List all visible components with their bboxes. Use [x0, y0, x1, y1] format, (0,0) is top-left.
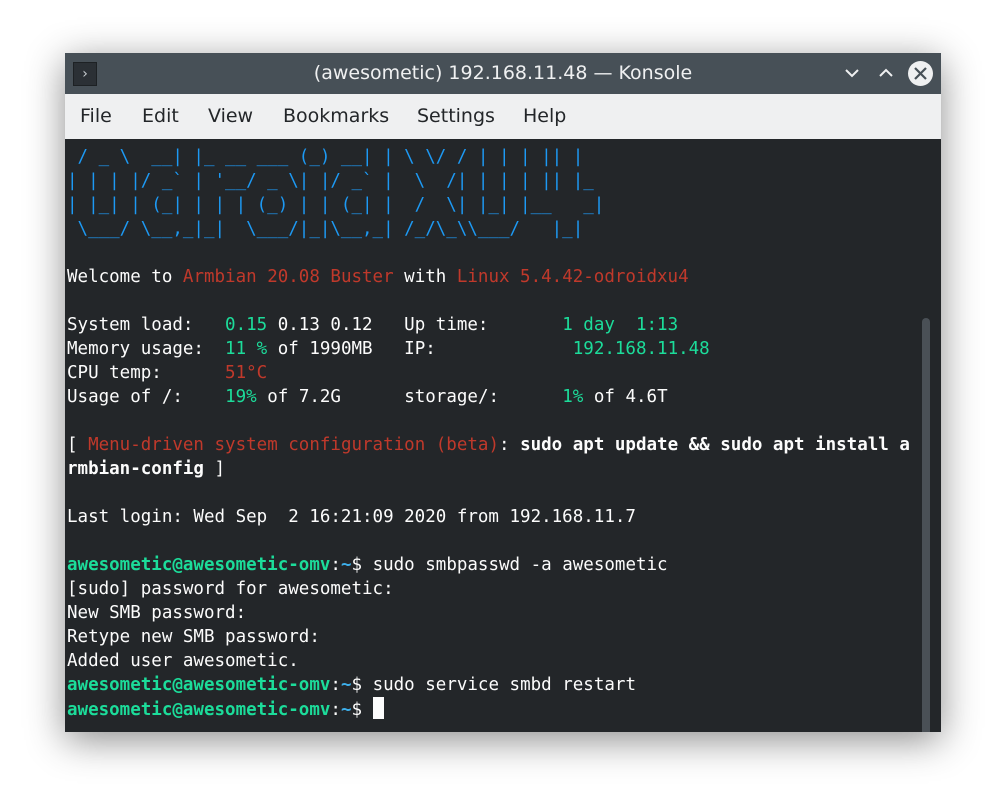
- vertical-scrollbar[interactable]: [922, 318, 930, 732]
- ip-value: 192.168.11.48: [572, 339, 710, 359]
- prompt-dollar: $: [351, 675, 373, 695]
- maximize-icon: [879, 68, 893, 77]
- command-line: awesometic@awesometic-omv:~$ sudo servic…: [67, 673, 910, 697]
- config-bracket-close: ]: [203, 459, 226, 479]
- menu-file[interactable]: File: [80, 94, 112, 139]
- konsole-window: › (awesometic) 192.168.11.48 — Konsole F…: [65, 53, 941, 732]
- prompt-separator: :: [330, 675, 341, 695]
- memory-label: Memory usage:: [67, 339, 204, 359]
- welcome-line: Welcome to Armbian 20.08 Buster with Lin…: [67, 265, 910, 289]
- config-hint-text: Menu-driven system configuration (beta): [88, 435, 499, 455]
- storage-total: of 4.6T: [583, 387, 668, 407]
- last-login-line: Last login: Wed Sep 2 16:21:09 2020 from…: [67, 507, 636, 527]
- cpu-temp-value: 51°C: [225, 363, 268, 383]
- minimize-button[interactable]: [840, 61, 864, 85]
- minimize-icon: [845, 69, 859, 78]
- prompt-path: ~: [340, 555, 352, 575]
- prompt-user-host: awesometic@awesometic-omv: [67, 700, 331, 720]
- terminal-view[interactable]: / _ \ __| |_ __ ___ (_) __| | \ \/ / | |…: [65, 139, 941, 732]
- prompt-separator: :: [330, 555, 341, 575]
- active-prompt-line[interactable]: awesometic@awesometic-omv:~$: [67, 697, 910, 721]
- prompt-user-host: awesometic@awesometic-omv: [67, 555, 331, 575]
- menu-view[interactable]: View: [208, 94, 253, 139]
- prompt-path: ~: [340, 700, 352, 720]
- ascii-art-line: | | | |/ _` | '__/ _ \| |/ _` | \ /| | |…: [67, 171, 594, 191]
- ascii-art-line: | |_| | (_| | | | (_) | | (_| | / \| |_|…: [67, 195, 605, 215]
- ascii-art-line: \___/ \__,_|_| \___/|_|\__,_| /_/\_\\___…: [67, 219, 584, 239]
- config-bracket-open: [: [67, 435, 89, 455]
- menu-bookmarks[interactable]: Bookmarks: [283, 94, 389, 139]
- welcome-prefix: Welcome to: [67, 267, 183, 287]
- prompt-user-host: awesometic@awesometic-omv: [67, 675, 331, 695]
- ascii-art-line: / _ \ __| |_ __ ___ (_) __| | \ \/ / | |…: [67, 147, 584, 167]
- uptime-label: Up time:: [404, 315, 489, 335]
- config-hint-line: [ Menu-driven system configuration (beta…: [67, 433, 910, 457]
- text-cursor: [372, 697, 384, 719]
- config-hint-line-2: rmbian-config ]: [67, 457, 910, 481]
- command-line: awesometic@awesometic-omv:~$ sudo smbpas…: [67, 553, 910, 577]
- system-load-label: System load:: [67, 315, 194, 335]
- stats-line-memory: Memory usage: 11 % of 1990MB IP: 192.168…: [67, 337, 910, 361]
- config-command: sudo apt update && sudo apt install a: [520, 435, 910, 455]
- close-icon: [914, 67, 927, 80]
- menu-bar: File Edit View Bookmarks Settings Help: [65, 94, 941, 139]
- welcome-middle: with: [393, 267, 457, 287]
- output-line: [sudo] password for awesometic:: [67, 579, 394, 599]
- prompt-path: ~: [340, 675, 352, 695]
- stats-line-cpu: CPU temp: 51°C: [67, 361, 910, 385]
- system-load-rest: 0.13 0.12: [267, 315, 373, 335]
- prompt-dollar: $: [351, 700, 373, 720]
- kernel-version: Linux 5.4.42-odroidxu4: [456, 267, 689, 287]
- usage-label: Usage of /:: [67, 387, 183, 407]
- menu-settings[interactable]: Settings: [417, 94, 495, 139]
- menu-edit[interactable]: Edit: [142, 94, 179, 139]
- menu-help[interactable]: Help: [523, 94, 566, 139]
- terminal-output: / _ \ __| |_ __ ___ (_) __| | \ \/ / | |…: [67, 145, 910, 721]
- output-line: New SMB password:: [67, 603, 247, 623]
- storage-percent: 1%: [562, 387, 584, 407]
- distro-version: Armbian 20.08 Buster: [182, 267, 394, 287]
- title-bar[interactable]: › (awesometic) 192.168.11.48 — Konsole: [65, 53, 941, 94]
- cpu-temp-label: CPU temp:: [67, 363, 162, 383]
- stats-line-usage: Usage of /: 19% of 7.2G storage/: 1% of …: [67, 385, 910, 409]
- close-button[interactable]: [908, 61, 933, 86]
- command-text: sudo service smbd restart: [372, 675, 636, 695]
- maximize-button[interactable]: [874, 61, 898, 85]
- memory-percent: 11 %: [225, 339, 268, 359]
- usage-percent: 19%: [225, 387, 257, 407]
- storage-label: storage/:: [404, 387, 500, 407]
- usage-total: of 7.2G: [256, 387, 341, 407]
- stats-line-load: System load: 0.15 0.13 0.12 Up time: 1 d…: [67, 313, 910, 337]
- window-title: (awesometic) 192.168.11.48 — Konsole: [313, 62, 693, 84]
- config-command-cont: rmbian-config: [67, 459, 204, 479]
- uptime-value: 1 day 1:13: [562, 315, 679, 335]
- command-text: sudo smbpasswd -a awesometic: [372, 555, 668, 575]
- memory-total: of 1990MB: [267, 339, 373, 359]
- output-line: Retype new SMB password:: [67, 627, 320, 647]
- output-line: Added user awesometic.: [67, 651, 299, 671]
- config-hint-colon: :: [498, 435, 521, 455]
- prompt-dollar: $: [351, 555, 373, 575]
- prompt-separator: :: [330, 700, 341, 720]
- system-load-value: 0.15: [225, 315, 268, 335]
- ip-label: IP:: [404, 339, 436, 359]
